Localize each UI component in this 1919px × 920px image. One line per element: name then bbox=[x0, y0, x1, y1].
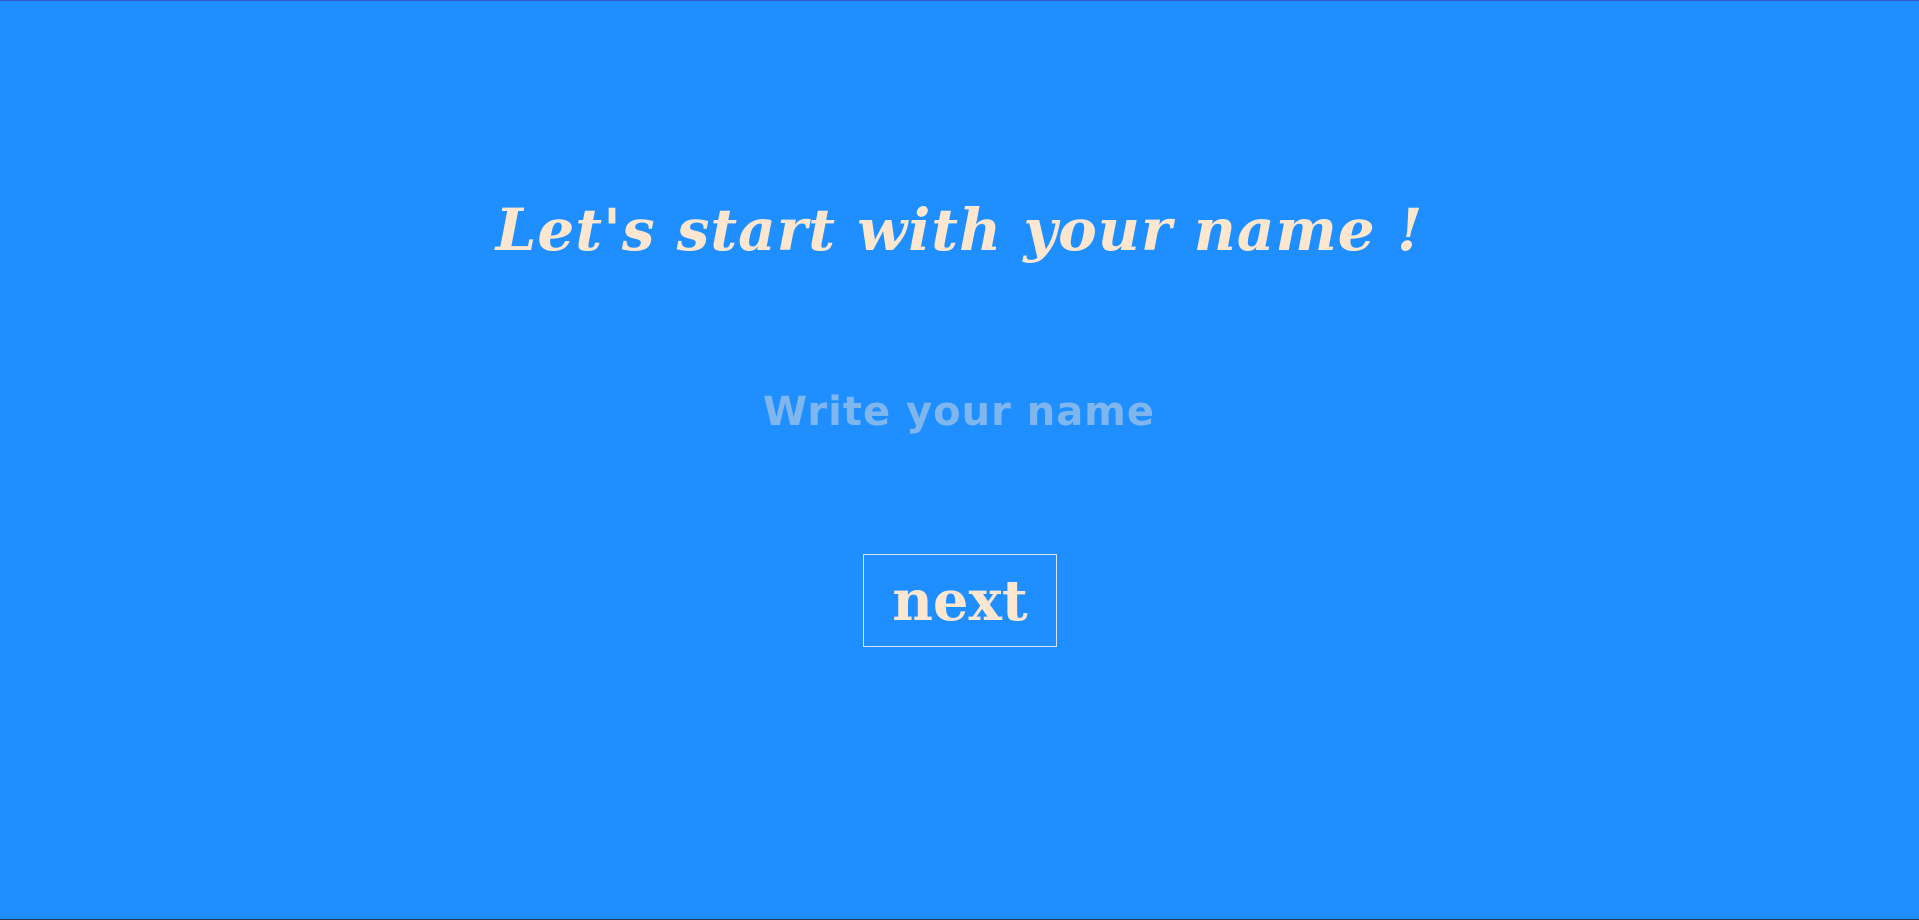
next-button[interactable]: next bbox=[863, 554, 1057, 647]
top-edge-line bbox=[0, 0, 1919, 1]
name-input[interactable] bbox=[659, 380, 1259, 444]
page-heading: Let's start with your name ! bbox=[495, 196, 1424, 264]
